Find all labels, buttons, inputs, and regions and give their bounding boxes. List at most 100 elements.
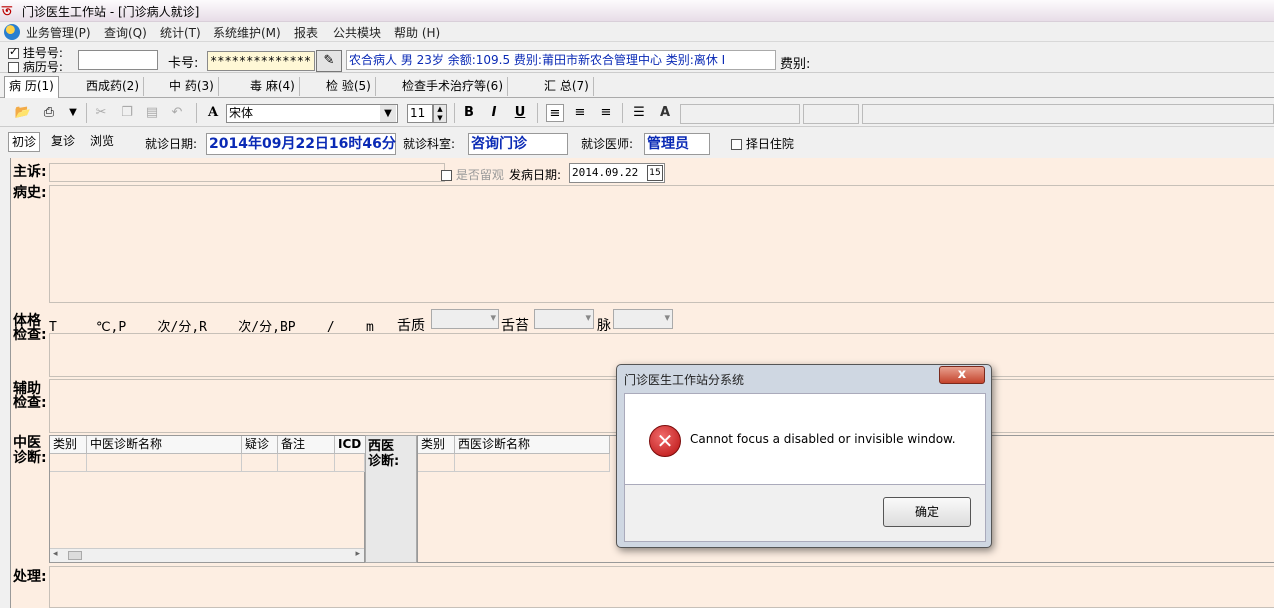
wm-label-2: 诊断: [368, 454, 400, 469]
scroll-right-icon[interactable]: ▸ [355, 549, 360, 559]
window-title: 门诊医生工作站 - [门诊病人就诊] [22, 5, 200, 19]
menu-business[interactable]: 业务管理(P) [26, 24, 91, 41]
wm-label-1: 西医 [368, 439, 395, 454]
open-icon[interactable]: 📂 [14, 104, 32, 122]
tcm-label-1: 中医 [13, 435, 41, 451]
scroll-thumb[interactable] [68, 551, 82, 560]
print-dropdown-icon[interactable]: ▼ [64, 104, 82, 122]
aux-label-2: 检查: [13, 395, 47, 411]
western-diagnosis-label-panel: 西医 诊断: [365, 435, 417, 563]
error-dialog: 门诊医生工作站分系统 x ✕ Cannot focus a disabled o… [616, 364, 992, 548]
mode-first-visit[interactable]: 初诊 [8, 132, 41, 152]
pulse-select[interactable] [613, 309, 673, 329]
tcm-col-icd: ICD [335, 436, 366, 454]
table-row[interactable] [418, 454, 455, 472]
mode-return-visit[interactable]: 复诊 [48, 132, 78, 152]
wm-col-type: 类别 [418, 436, 455, 454]
visit-date-label: 就诊日期: [145, 137, 198, 151]
mode-browse[interactable]: 浏览 [87, 132, 117, 152]
table-row[interactable] [50, 454, 87, 472]
undo-icon[interactable]: ↶ [168, 104, 186, 122]
tab-medical-record[interactable]: 病 历(1) [4, 76, 59, 98]
card-number-input[interactable]: ************** [207, 51, 315, 71]
calendar-icon[interactable]: 15 [647, 165, 663, 181]
tcm-col-note: 备注 [278, 436, 335, 454]
cut-icon[interactable]: ✂ [92, 104, 110, 122]
underline-button[interactable]: U [511, 104, 529, 122]
visit-bar: 初诊 复诊 浏览 就诊日期: 2014年09月22日16时46分 就诊科室: 咨… [0, 128, 1274, 158]
dialog-close-button[interactable]: x [939, 366, 985, 384]
wm-col-name: 西医诊断名称 [455, 436, 610, 454]
font-color-button[interactable]: A [656, 104, 674, 122]
exam-label-2: 检查: [13, 327, 47, 343]
copy-icon[interactable]: ❐ [118, 104, 136, 122]
bold-button[interactable]: B [460, 104, 478, 122]
tab-exams-treatment[interactable]: 检查手术治疗等(6) [398, 77, 508, 96]
record-number-input[interactable] [78, 50, 158, 70]
paste-icon[interactable]: ▤ [143, 104, 161, 122]
menu-reports[interactable]: 报表 [294, 24, 318, 41]
tcm-col-name: 中医诊断名称 [87, 436, 242, 454]
record-checkbox[interactable] [8, 62, 19, 73]
bullet-list-icon[interactable]: ☰ [630, 104, 648, 122]
hospital-checkbox[interactable] [731, 139, 742, 150]
coating-select[interactable] [534, 309, 594, 329]
logo-icon [4, 24, 20, 40]
complaint-input[interactable] [49, 163, 445, 182]
treatment-label: 处理: [13, 569, 47, 585]
visit-dept-label: 就诊科室: [403, 137, 456, 151]
tab-summary[interactable]: 汇 总(7) [540, 77, 594, 96]
pulse-label: 脉 [597, 318, 611, 334]
tcm-diagnosis-table[interactable]: 类别 中医诊断名称 疑诊 备注 ICD ◂ ▸ [49, 435, 366, 563]
tcm-col-type: 类别 [50, 436, 87, 454]
visit-doctor-label: 就诊医师: [581, 137, 634, 151]
font-icon: A [207, 105, 219, 120]
scroll-left-icon[interactable]: ◂ [53, 549, 58, 559]
treatment-input[interactable] [49, 566, 1274, 608]
observe-label: 是否留观 [455, 168, 504, 182]
card-reader-icon: ✎ [323, 53, 335, 68]
align-right-icon[interactable]: ≡ [597, 104, 615, 122]
tab-chinese-medicine[interactable]: 中 药(3) [165, 77, 219, 96]
align-left-icon[interactable]: ≡ [546, 104, 564, 122]
ok-button[interactable]: 确定 [883, 497, 971, 527]
error-icon: ✕ [649, 425, 681, 457]
dialog-body: ✕ Cannot focus a disabled or invisible w… [624, 393, 986, 485]
align-center-icon[interactable]: ≡ [571, 104, 589, 122]
app-icon: ত [2, 4, 12, 19]
title-bar: ত 门诊医生工作站 - [门诊病人就诊] [0, 0, 1274, 22]
observe-checkbox[interactable] [441, 170, 452, 181]
tab-lab-tests[interactable]: 检 验(5) [322, 77, 376, 96]
tcm-scrollbar[interactable]: ◂ ▸ [50, 548, 364, 562]
print-icon[interactable]: ⎙ [40, 104, 58, 122]
menu-query[interactable]: 查询(Q) [104, 24, 147, 41]
tab-western-medicine[interactable]: 西成药(2) [82, 77, 144, 96]
visit-doctor-value: 管理员 [644, 133, 710, 155]
menu-stats[interactable]: 统计(T) [160, 24, 201, 41]
menu-help[interactable]: 帮助 (H) [394, 24, 440, 41]
tongue-select[interactable] [431, 309, 499, 329]
card-label: 卡号: [168, 56, 199, 71]
read-card-button[interactable]: ✎ [316, 50, 342, 72]
font-size-spinner[interactable]: ▲ ▼ [433, 104, 447, 123]
format-toolbar: 📂 ⎙ ▼ ✂ ❐ ▤ ↶ A 宋体 ▼ 11 ▲ ▼ B I U ≡ ≡ ≡ ☰… [0, 99, 1274, 127]
patient-bar: 挂号号: 病历号: 卡号: ************** ✎ 农合病人 男 23… [0, 43, 1274, 74]
font-name-dropdown-icon[interactable]: ▼ [380, 105, 396, 122]
font-name-select[interactable]: 宋体 [226, 104, 398, 123]
complaint-label: 主诉: [13, 164, 47, 180]
tab-narcotics[interactable]: 毒 麻(4) [246, 77, 300, 96]
menu-public[interactable]: 公共模块 [333, 24, 381, 41]
status-panel-2 [803, 104, 859, 124]
menu-maintenance[interactable]: 系统维护(M) [213, 24, 281, 41]
history-label: 病史: [13, 185, 47, 201]
status-panel-1 [680, 104, 800, 124]
visit-dept-value: 咨询门诊 [468, 133, 568, 155]
menu-bar: 业务管理(P) 查询(Q) 统计(T) 系统维护(M) 报表 公共模块 帮助 (… [0, 22, 1274, 42]
font-size-input[interactable]: 11 [407, 104, 433, 123]
visit-date-value: 2014年09月22日16时46分 [206, 133, 396, 155]
italic-button[interactable]: I [485, 104, 503, 122]
dialog-footer: 确定 [624, 485, 986, 542]
tcm-label-2: 诊断: [13, 450, 47, 466]
dialog-message: Cannot focus a disabled or invisible win… [690, 432, 956, 446]
history-input[interactable] [49, 185, 1274, 303]
